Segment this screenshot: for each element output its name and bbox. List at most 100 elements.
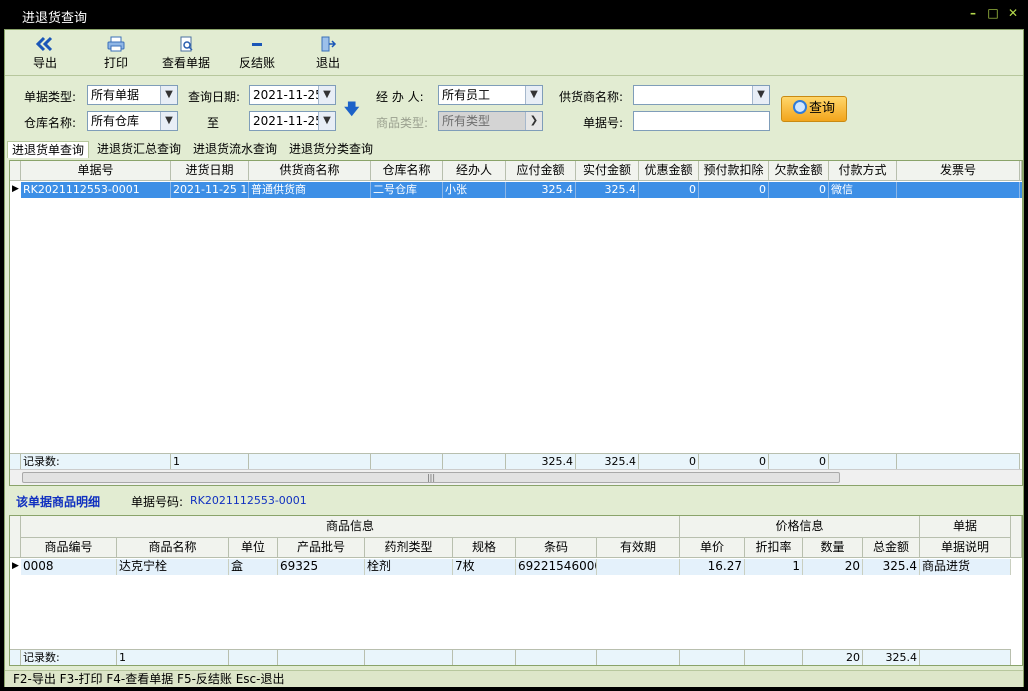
warehouse-select[interactable]: 所有仓库 ▼ (87, 111, 178, 131)
doc-type-select[interactable]: 所有单据 ▼ (87, 85, 178, 105)
minimize-icon[interactable]: – (966, 6, 980, 20)
double-left-arrow-icon (35, 36, 53, 52)
column-header[interactable]: 进货日期 (171, 161, 249, 181)
column-header[interactable]: 商品名称 (117, 538, 229, 558)
table-cell: 325.4 (863, 559, 920, 575)
tab-order-query[interactable]: 进退货单查询 (7, 141, 90, 158)
column-header[interactable]: 单位 (229, 538, 278, 558)
view-document-button[interactable]: 查看单据 (162, 36, 210, 71)
exit-door-icon (321, 36, 337, 52)
column-header[interactable]: 供货商名称 (249, 161, 371, 181)
unsettle-label: 反结账 (239, 56, 276, 70)
detail-grid: 商品信息 价格信息 单据 商品编号 商品名称 单位 产品批号 药剂类型 规格 条码 有效期 单价 折扣率… (9, 515, 1023, 666)
footer-cell (516, 649, 597, 665)
date-to-picker[interactable]: 2021-11-25 ▼ (249, 111, 336, 131)
export-label: 导出 (33, 56, 58, 70)
shortcut-hints: F2-导出 F3-打印 F4-查看单据 F5-反结账 Esc-退出 (13, 672, 285, 686)
table-row[interactable]: 0008达克宁栓盒69325栓剂7枚6922154600032 16.271203… (21, 559, 1011, 575)
minus-icon (252, 43, 262, 46)
table-cell (897, 182, 1020, 198)
horizontal-scrollbar[interactable]: ||| (10, 469, 1022, 485)
column-header[interactable]: 总金额 (863, 538, 920, 558)
status-bar: F2-导出 F3-打印 F4-查看单据 F5-反结账 Esc-退出 (5, 670, 1023, 687)
column-header[interactable]: 折扣率 (745, 538, 803, 558)
doc-no-input[interactable] (633, 111, 770, 131)
date-to-label: 至 (207, 116, 220, 130)
footer-cell (453, 649, 516, 665)
handler-select[interactable]: 所有员工 ▼ (438, 85, 543, 105)
maximize-icon[interactable]: □ (986, 6, 1000, 20)
footer-cell: 记录数: (21, 453, 171, 469)
doc-type-label: 单据类型: (24, 90, 77, 104)
document-search-icon (180, 36, 193, 52)
footer-cell: 0 (769, 453, 829, 469)
table-cell: 二号仓库 (371, 182, 443, 198)
footer-cell (249, 453, 371, 469)
tab-category-query[interactable]: 进退货分类查询 (285, 141, 377, 158)
table-cell: 69325 (278, 559, 365, 575)
table-cell: RK2021112553-0001 (21, 182, 171, 198)
column-header[interactable]: 应付金额 (506, 161, 576, 181)
chevron-down-icon: ▼ (318, 86, 335, 104)
date-from-value: 2021-11-25 (253, 88, 323, 102)
query-button[interactable]: 查询 (781, 96, 847, 122)
column-header[interactable]: 数量 (803, 538, 863, 558)
tab-summary-query[interactable]: 进退货汇总查询 (93, 141, 185, 158)
column-header[interactable]: 商品编号 (21, 538, 117, 558)
chevron-down-icon: ▼ (525, 86, 542, 104)
column-header[interactable]: 实付金额 (576, 161, 639, 181)
close-icon[interactable]: ✕ (1006, 6, 1020, 20)
goods-type-value: 所有类型 (442, 114, 491, 128)
toolbar: 导出 打印 查看单据 反结账 退出 (5, 30, 1023, 76)
print-button[interactable]: 打印 (104, 36, 128, 71)
chevron-down-icon: ▼ (752, 86, 769, 104)
column-group-header: 价格信息 (680, 516, 920, 538)
table-row[interactable]: RK2021112553-0001 2021-11-25 16 普通供货商 二号仓库小… (21, 182, 1022, 198)
footer-cell (920, 649, 1011, 665)
scrollbar-thumb[interactable]: ||| (22, 472, 840, 483)
table-cell: 达克宁栓 (117, 559, 229, 575)
goods-type-label: 商品类型: (376, 116, 429, 130)
column-header[interactable]: 优惠金额 (639, 161, 699, 181)
footer-cell (597, 649, 680, 665)
table-cell: 325.4 (506, 182, 576, 198)
footer-cell (365, 649, 453, 665)
date-from-picker[interactable]: 2021-11-25 ▼ (249, 85, 336, 105)
tab-flow-query[interactable]: 进退货流水查询 (189, 141, 281, 158)
column-header[interactable]: 单据号 (21, 161, 171, 181)
column-header[interactable]: 单据说明 (920, 538, 1011, 558)
column-header[interactable]: 有效期 (597, 538, 680, 558)
supplier-label: 供货商名称: (559, 90, 624, 104)
column-header[interactable]: 产品批号 (278, 538, 365, 558)
detail-header: 该单据商品明细 单据号码: RK2021112553-0001 (5, 486, 1023, 514)
table-cell: 2021-11-25 16 (173, 182, 249, 198)
supplier-select[interactable]: ▼ (633, 85, 770, 105)
table-cell: 盒 (229, 559, 278, 575)
main-grid: 单据号 进货日期 供货商名称 仓库名称 经办人 应付金额 实付金额 优惠金额 预付款扣除 欠款金额… (9, 160, 1023, 486)
table-cell: 0 (769, 182, 829, 198)
unsettle-button[interactable]: 反结账 (239, 36, 275, 71)
column-header[interactable]: 付款方式 (829, 161, 897, 181)
export-button[interactable]: 导出 (33, 36, 57, 71)
handler-value: 所有员工 (442, 88, 491, 102)
column-header[interactable]: 预付款扣除 (699, 161, 769, 181)
footer-cell (829, 453, 897, 469)
column-header[interactable]: 药剂类型 (365, 538, 453, 558)
table-cell: 6922154600032 (516, 559, 597, 575)
column-header[interactable]: 欠款金额 (769, 161, 829, 181)
footer-cell (443, 453, 506, 469)
column-header[interactable]: 经办人 (443, 161, 506, 181)
arrow-down-icon: 🡇 (344, 100, 360, 118)
column-header[interactable]: 单价 (680, 538, 745, 558)
footer-cell: 1 (117, 649, 229, 665)
column-header[interactable]: 发票号 (897, 161, 1020, 181)
exit-button[interactable]: 退出 (316, 36, 340, 71)
column-header[interactable]: 规格 (453, 538, 516, 558)
footer-corner (10, 649, 21, 665)
row-indicator-icon: ▶ (12, 561, 19, 571)
column-header[interactable]: 仓库名称 (371, 161, 443, 181)
handler-label: 经 办 人: (376, 90, 424, 104)
column-group-header: 商品信息 (21, 516, 680, 538)
column-header[interactable]: 条码 (516, 538, 597, 558)
chevron-down-icon: ▼ (160, 112, 177, 130)
